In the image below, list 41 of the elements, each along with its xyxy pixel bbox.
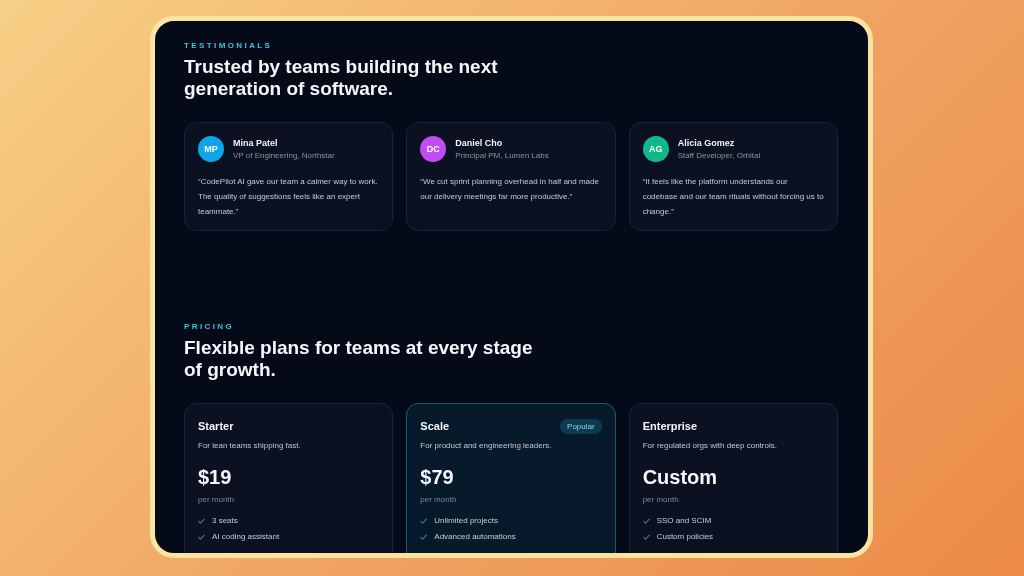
feature-text: Advanced automations [434,532,516,541]
section-eyebrow: TESTIMONIALS [184,41,274,50]
check-icon [642,517,650,524]
plan-name: Enterprise [642,420,698,432]
plan-price: $79 [420,466,455,489]
testimonial-quote: “We cut sprint planning overhead in half and made our delivery meetings far more productive.” [420,176,600,203]
feature-text: AI coding assistant [212,532,280,541]
person-role: Staff Developer, Orbital [677,151,761,160]
price-period: per month [420,495,458,504]
person-name: Alicia Gomez [677,138,736,148]
testimonial-quote: “CodePilot AI gave our team a calmer way to work. The quality of suggestions feels like an expert teammate.” [198,176,379,218]
plan-description: For lean teams shipping fast. [198,441,302,450]
price-period: per month [198,495,236,504]
section-heading: Trusted by teams building the next generation of software. [184,56,499,100]
popular-badge: Popular [560,418,602,434]
person-role: Principal PM, Lumen Labs [455,151,549,160]
feature-text: SSO and SCIM [656,516,712,525]
section-heading: Flexible plans for teams at every stage of growth. [184,337,534,381]
person-name: Mina Patel [233,138,279,148]
avatar: AG [642,136,669,162]
check-icon [642,533,650,540]
plan-price: $19 [198,466,233,489]
avatar: DC [420,136,447,162]
check-icon [198,517,205,524]
check-icon [198,533,205,540]
plan-name: Scale [420,420,450,432]
feature-text: 3 seats [212,516,238,525]
plan-description: For regulated orgs with deep controls. [642,441,778,450]
testimonial-quote: “It feels like the platform understands our codebase and our team rituals without forcing us to change.” [642,176,824,218]
plan-name: Starter [198,420,234,432]
person-role: VP of Engineering, Northstar [233,151,335,160]
feature-text: Custom policies [656,532,714,541]
person-name: Daniel Cho [455,138,504,148]
plan-price: Custom [642,466,719,489]
check-icon [420,533,428,540]
check-icon [420,517,428,524]
avatar: MP [198,136,224,162]
feature-text: Unlimited projects [434,516,498,525]
price-period: per month [642,495,680,504]
section-eyebrow: PRICING [184,322,236,331]
plan-description: For product and engineering leaders. [420,441,553,450]
